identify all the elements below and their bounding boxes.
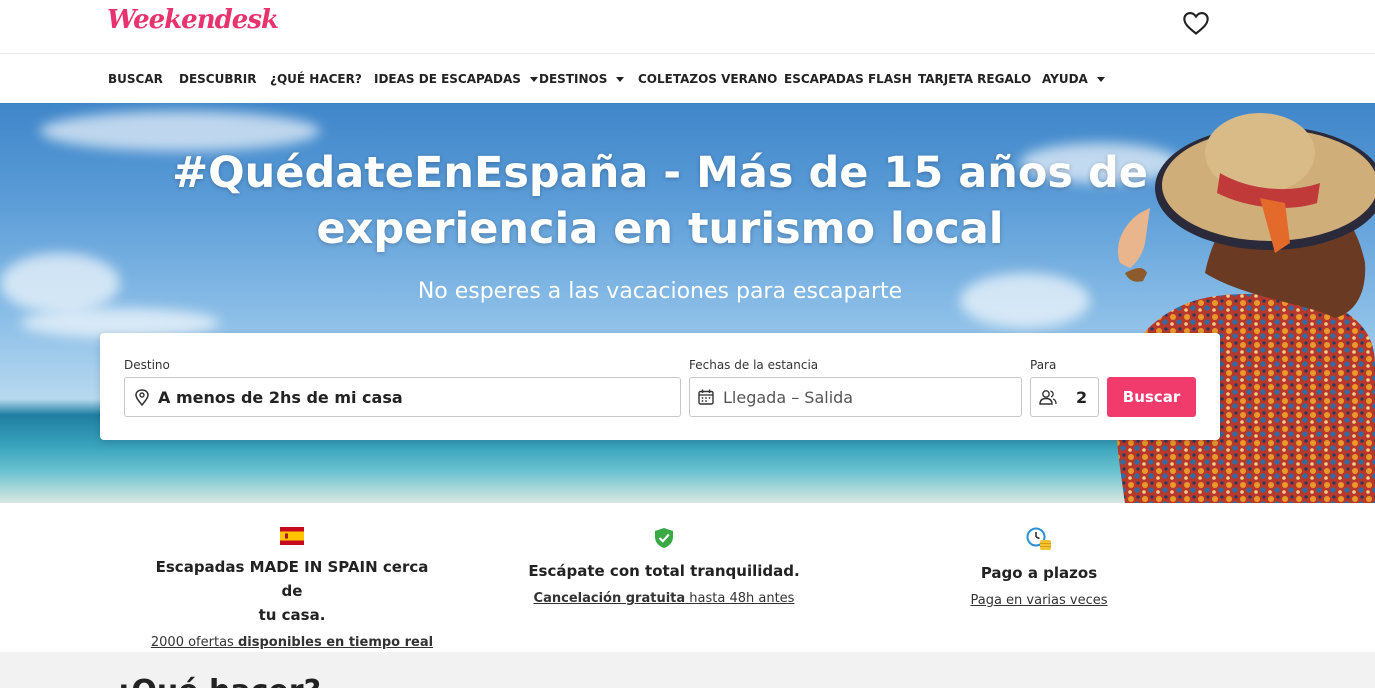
installments-link[interactable]: Paga en varias veces [919, 593, 1159, 608]
feature-title: Escapadas MADE IN SPAIN cerca de tu casa… [147, 555, 437, 627]
offers-count-text[interactable]: 2000 ofertas [151, 635, 238, 650]
destino-value: A menos de 2hs de mi casa [158, 387, 403, 407]
nav-item-tarjeta-regalo[interactable]: TARJETA REGALO [918, 72, 1031, 86]
location-pin-icon [135, 388, 149, 406]
guests-count: 2 [1076, 387, 1088, 407]
dates-field[interactable]: Llegada – Salida [689, 377, 1022, 417]
cancellation-link[interactable]: Cancelación gratuita hasta 48h antes [519, 591, 809, 606]
hero-title: #QuédateEnEspaña - Más de 15 años de exp… [0, 145, 1320, 257]
feature-tranquilidad: Escápate con total tranquilidad. Cancela… [519, 527, 809, 606]
search-form: Destino A menos de 2hs de mi casa Fechas… [100, 333, 1220, 440]
destino-label: Destino [124, 358, 170, 372]
dates-placeholder: Llegada – Salida [723, 387, 854, 407]
clock-coins-icon [1026, 527, 1051, 550]
guests-field[interactable]: 2 [1030, 377, 1099, 417]
spain-flag-icon [280, 527, 304, 545]
para-label: Para [1030, 358, 1057, 372]
feature-title-line: tu casa. [258, 606, 326, 624]
feature-title: Escápate con total tranquilidad. [528, 562, 800, 580]
nav-label: ESCAPADAS FLASH [784, 72, 912, 86]
shield-check-icon [655, 528, 673, 548]
nav-item-descubrir[interactable]: DESCUBRIR [179, 72, 256, 86]
search-button[interactable]: Buscar [1107, 377, 1196, 417]
hero-title-line: #QuédateEnEspaña - Más de 15 años de [172, 148, 1148, 198]
main-nav: BUSCAR DESCUBRIR ¿QUÉ HACER? IDEAS DE ES… [0, 55, 1375, 103]
hero-title-line: experiencia en turismo local [316, 204, 1004, 254]
feature-title: Pago a plazos [980, 564, 1098, 582]
nav-item-que-hacer[interactable]: ¿QUÉ HACER? [270, 72, 362, 86]
caret-down-icon [616, 76, 625, 82]
offers-link[interactable]: 2000 ofertas disponibles en tiempo real [147, 635, 437, 650]
caret-down-icon [529, 76, 538, 82]
installments-text[interactable]: Paga en varias veces [970, 593, 1107, 608]
feature-made-in-spain: Escapadas MADE IN SPAIN cerca de tu casa… [147, 527, 437, 650]
hero-banner: #QuédateEnEspaña - Más de 15 años de exp… [0, 103, 1375, 503]
nav-label: IDEAS DE ESCAPADAS [374, 72, 521, 86]
nav-item-destinos[interactable]: DESTINOS [539, 72, 625, 86]
nav-label: COLETAZOS VERANO [638, 72, 778, 86]
hero-subtitle: No esperes a las vacaciones para escapar… [417, 279, 903, 304]
que-hacer-section: ¿Qué hacer? [0, 652, 1375, 688]
destino-field[interactable]: A menos de 2hs de mi casa [124, 377, 681, 417]
section-heading: ¿Qué hacer? [114, 674, 321, 688]
nav-label: DESCUBRIR [179, 72, 257, 86]
nav-item-ideas-de-escapadas[interactable]: IDEAS DE ESCAPADAS [374, 72, 538, 86]
cancellation-window-text[interactable]: hasta 48h antes [685, 591, 794, 606]
features-strip: Escapadas MADE IN SPAIN cerca de tu casa… [0, 503, 1375, 653]
nav-label: ¿QUÉ HACER? [270, 72, 362, 86]
weekendesk-logo[interactable]: Weekendesk [107, 5, 279, 35]
calendar-icon [698, 389, 714, 405]
nav-label: BUSCAR [108, 72, 163, 86]
nav-item-coletazos-verano[interactable]: COLETAZOS VERANO [638, 72, 777, 86]
top-bar: Weekendesk [0, 0, 1375, 54]
free-cancellation-text[interactable]: Cancelación gratuita [534, 591, 686, 606]
realtime-text[interactable]: disponibles en tiempo real [238, 635, 433, 650]
favorites-heart-icon[interactable] [1182, 9, 1210, 37]
fechas-label: Fechas de la estancia [689, 358, 819, 372]
caret-down-icon [1096, 76, 1105, 82]
nav-item-ayuda[interactable]: AYUDA [1042, 72, 1105, 86]
nav-item-escapadas-flash[interactable]: ESCAPADAS FLASH [784, 72, 912, 86]
nav-label: AYUDA [1042, 72, 1088, 86]
guests-icon [1039, 390, 1057, 405]
nav-label: DESTINOS [539, 72, 608, 86]
feature-pago-plazos: Pago a plazos Paga en varias veces [919, 527, 1159, 608]
nav-label: TARJETA REGALO [918, 72, 1032, 86]
feature-title-line: Escapadas MADE IN SPAIN cerca de [155, 558, 429, 600]
nav-item-buscar[interactable]: BUSCAR [108, 72, 163, 86]
